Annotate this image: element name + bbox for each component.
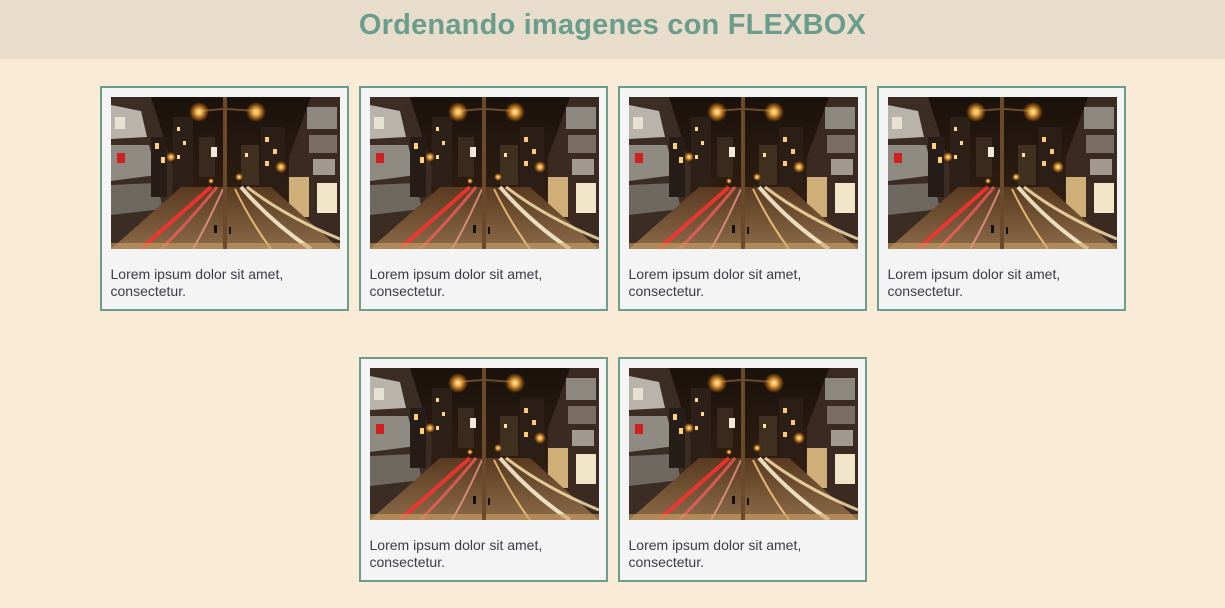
night-street-image: [629, 368, 858, 520]
card-caption: Lorem ipsum dolor sit amet, consectetur.: [110, 266, 284, 299]
card-caption: Lorem ipsum dolor sit amet, consectetur.: [887, 266, 1061, 299]
gallery-card: Lorem ipsum dolor sit amet, consectetur.: [617, 357, 867, 582]
night-street-image: [370, 368, 599, 520]
page-title: Ordenando imagenes con FLEXBOX: [358, 9, 867, 41]
card-caption: Lorem ipsum dolor sit amet, consectetur.: [628, 266, 802, 299]
night-street-image: [111, 97, 340, 249]
card-caption: Lorem ipsum dolor sit amet, consectetur.: [628, 537, 802, 570]
page-header: Ordenando imagenes con FLEXBOX: [0, 0, 1225, 59]
gallery-card: Lorem ipsum dolor sit amet, consectetur.: [876, 86, 1126, 311]
gallery-card: Lorem ipsum dolor sit amet, consectetur.: [99, 86, 349, 311]
gallery-card: Lorem ipsum dolor sit amet, consectetur.: [358, 357, 608, 582]
gallery-card: Lorem ipsum dolor sit amet, consectetur.: [358, 86, 608, 311]
night-street-image: [370, 97, 599, 249]
image-gallery: Lorem ipsum dolor sit amet, consectetur.…: [93, 86, 1133, 582]
card-caption: Lorem ipsum dolor sit amet, consectetur.: [369, 266, 543, 299]
night-street-image: [629, 97, 858, 249]
card-caption: Lorem ipsum dolor sit amet, consectetur.: [369, 537, 543, 570]
gallery-card: Lorem ipsum dolor sit amet, consectetur.: [617, 86, 867, 311]
night-street-image: [888, 97, 1117, 249]
